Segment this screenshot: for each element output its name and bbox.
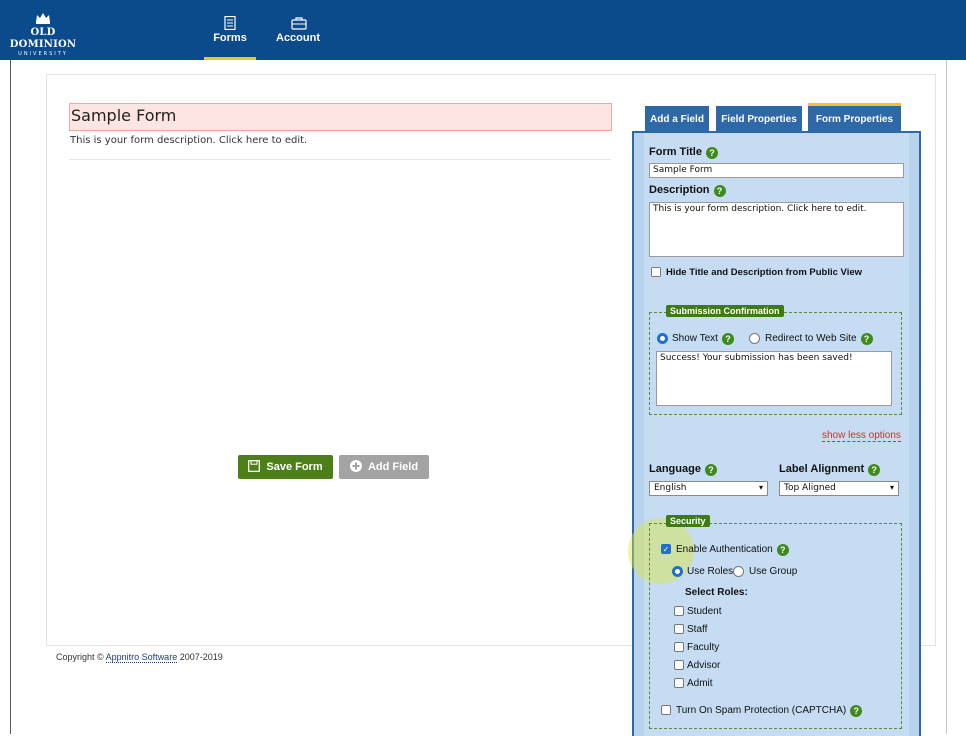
show-text-label-text: Show Text [672, 333, 718, 344]
role-admit-checkbox[interactable] [674, 678, 684, 688]
language-label: Language? [649, 463, 717, 476]
save-form-button[interactable]: Save Form [238, 455, 333, 479]
help-icon[interactable]: ? [850, 705, 863, 717]
label-alignment-select-value: Top Aligned [784, 483, 836, 493]
use-roles-label: Use Roles [687, 566, 734, 577]
help-icon[interactable]: ? [713, 185, 726, 197]
language-label-text: Language [649, 463, 701, 475]
enable-authentication-label: Enable Authentication? [676, 544, 789, 556]
crown-icon [0, 12, 86, 27]
help-icon[interactable]: ? [860, 333, 873, 345]
role-staff-checkbox[interactable] [674, 624, 684, 634]
enable-authentication-checkbox[interactable]: ✓ [661, 544, 671, 554]
plus-circle-icon [349, 460, 362, 472]
help-icon[interactable]: ? [705, 147, 718, 159]
label-alignment-label-text: Label Alignment [779, 463, 865, 475]
chevron-down-icon: ▾ [889, 483, 894, 492]
form-title-label-text: Form Title [649, 146, 702, 158]
show-text-radio[interactable] [657, 333, 668, 344]
chevron-down-icon: ▾ [758, 483, 763, 492]
role-student-label: Student [687, 606, 722, 617]
tab-field-properties[interactable]: Field Properties [716, 106, 802, 132]
role-advisor-label: Advisor [687, 660, 721, 671]
role-staff-label: Staff [687, 624, 708, 635]
description-textarea[interactable]: This is your form description. Click her… [649, 202, 904, 257]
tab-add-field[interactable]: Add a Field [645, 106, 709, 132]
help-icon[interactable]: ? [868, 464, 881, 476]
role-faculty-checkbox[interactable] [674, 642, 684, 652]
captcha-checkbox[interactable] [661, 705, 671, 715]
select-roles-heading: Select Roles: [685, 587, 748, 598]
page-border-right [946, 60, 947, 734]
show-text-label: Show Text? [672, 333, 734, 345]
top-navigation-bar: OLD DOMINION UNIVERSITY Forms Account [0, 0, 966, 60]
description-label-text: Description [649, 184, 710, 196]
help-icon[interactable]: ? [704, 464, 717, 476]
confirmation-message-textarea[interactable]: Success! Your submission has been saved! [656, 351, 892, 406]
save-icon [248, 460, 261, 472]
nav-forms-label: Forms [213, 32, 247, 44]
nav-account-label: Account [276, 32, 320, 44]
role-advisor-checkbox[interactable] [674, 660, 684, 670]
tab-form-properties[interactable]: Form Properties [808, 103, 901, 132]
appnitro-link[interactable]: Appnitro Software [105, 652, 178, 663]
label-alignment-select[interactable]: Top Aligned ▾ [779, 481, 899, 496]
form-description[interactable]: This is your form description. Click her… [70, 135, 307, 146]
copyright-suffix: 2007-2019 [177, 652, 223, 662]
form-title-input[interactable]: Sample Form [649, 163, 904, 178]
nav-account[interactable]: Account [272, 16, 324, 60]
hide-title-label: Hide Title and Description from Public V… [666, 267, 863, 278]
redirect-label: Redirect to Web Site? [765, 333, 873, 345]
logo-text-bottom: UNIVERSITY [18, 51, 68, 57]
form-title-label: Form Title? [649, 146, 718, 159]
role-admit-label: Admit [687, 678, 713, 689]
document-icon [223, 15, 237, 31]
enable-authentication-label-text: Enable Authentication [676, 544, 773, 555]
redirect-label-text: Redirect to Web Site [765, 333, 857, 344]
label-alignment-label: Label Alignment? [779, 463, 881, 476]
role-faculty-label: Faculty [687, 642, 720, 653]
redirect-radio[interactable] [749, 333, 760, 344]
copyright-prefix: Copyright © [56, 652, 106, 662]
form-title-text: Sample Form [71, 106, 177, 125]
form-title[interactable]: Sample Form [69, 103, 612, 131]
copyright-footer: Copyright © Appnitro Software 2007-2019 [56, 652, 223, 663]
role-student-checkbox[interactable] [674, 606, 684, 616]
hide-title-checkbox[interactable] [651, 267, 661, 277]
captcha-label-text: Turn On Spam Protection (CAPTCHA) [676, 705, 847, 716]
briefcase-icon [291, 16, 307, 30]
active-tab-indicator [204, 57, 256, 60]
language-select[interactable]: English ▾ [649, 481, 768, 496]
use-roles-radio[interactable] [672, 566, 683, 577]
use-group-label: Use Group [749, 566, 798, 577]
nav-forms[interactable]: Forms [204, 15, 256, 60]
security-legend: Security [666, 515, 710, 527]
captcha-label: Turn On Spam Protection (CAPTCHA)? [676, 705, 863, 717]
language-select-value: English [654, 483, 687, 493]
form-divider [69, 159, 611, 160]
university-logo[interactable]: OLD DOMINION UNIVERSITY [0, 12, 86, 57]
show-less-options-link[interactable]: show less options [822, 430, 901, 442]
add-field-button[interactable]: Add Field [339, 455, 429, 479]
add-field-label: Add Field [367, 461, 419, 473]
description-label: Description? [649, 184, 726, 197]
use-group-radio[interactable] [733, 566, 744, 577]
logo-text-top: OLD DOMINION [9, 27, 77, 50]
save-form-label: Save Form [266, 461, 323, 473]
help-icon[interactable]: ? [721, 333, 734, 345]
page-border-left [10, 60, 11, 734]
help-icon[interactable]: ? [776, 544, 789, 556]
submission-confirmation-legend: Submission Confirmation [666, 305, 784, 317]
